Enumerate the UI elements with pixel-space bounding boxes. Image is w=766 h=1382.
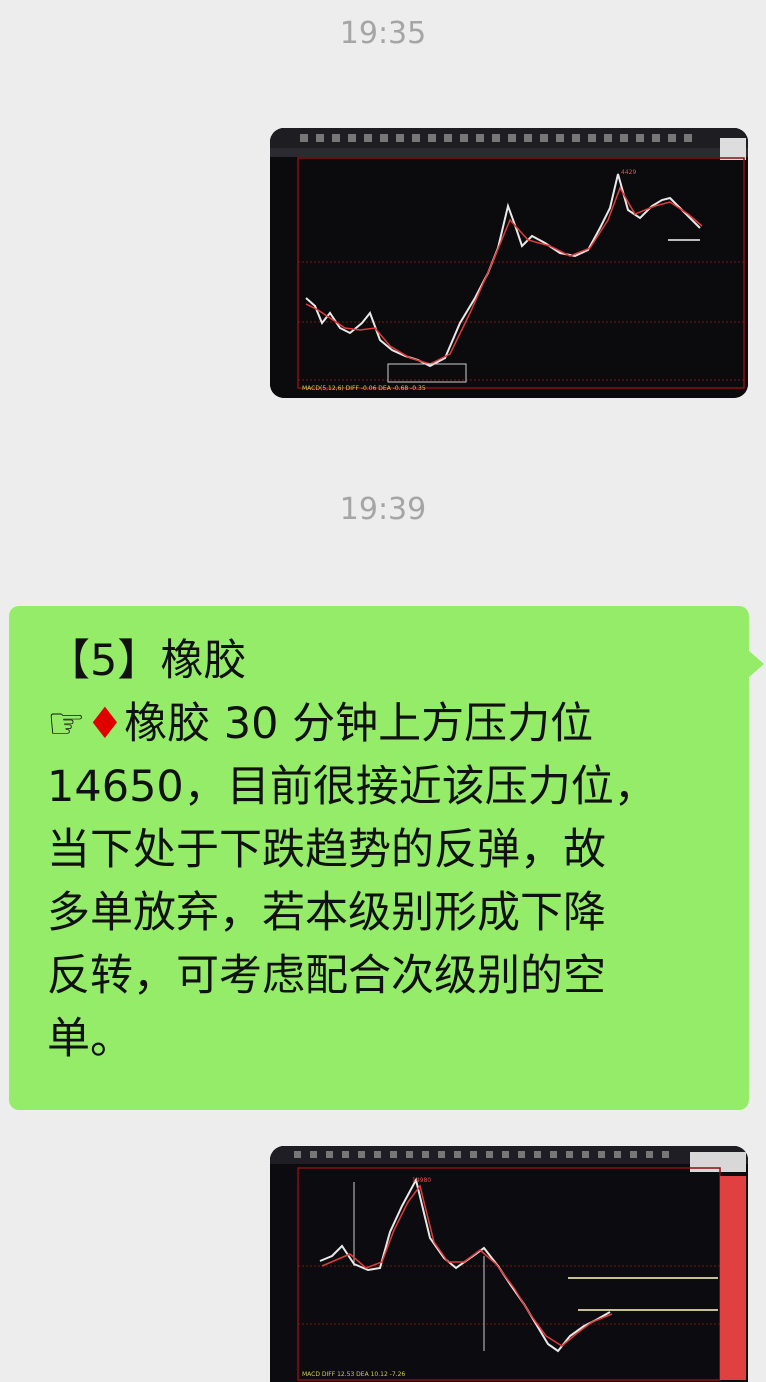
message-line-3: 当下处于下跌趋势的反弹，故 — [47, 825, 606, 875]
red-diamond-icon: ♦ — [85, 699, 125, 749]
chart1-top-label: 4429 — [621, 169, 636, 176]
chart1-indicator: MACD(5,12,6) DIFF -0.06 DEA -0.68 -0.35 — [302, 385, 426, 392]
chart2-indicator: MACD DIFF 12.53 DEA 10.12 -7.26 — [302, 1371, 405, 1378]
chart-screenshot-image-2[interactable]: 14980 MACD DIFF 12.53 DEA 10.12 -7.26 — [270, 1146, 748, 1382]
message-line-2: 14650，目前很接近该压力位， — [47, 762, 657, 812]
message-line-6: 单。 — [47, 1014, 133, 1064]
message-line-4: 多单放弃，若本级别形成下降 — [47, 888, 606, 938]
timestamp-1935: 19:35 — [339, 16, 427, 51]
message-line-1: ☞♦橡胶 30 分钟上方压力位 — [47, 699, 594, 749]
bubble-tail — [748, 650, 764, 678]
chart-screenshot-image-1[interactable]: 4429 MACD(5,12,6) DIFF -0.06 DEA -0.68 -… — [270, 128, 748, 398]
message-line-5: 反转，可考虑配合次级别的空 — [47, 951, 606, 1001]
timestamp-1939: 19:39 — [339, 492, 427, 527]
message-title: 【5】橡胶 — [47, 636, 247, 686]
pointing-hand-icon: ☞ — [47, 699, 86, 749]
chart2-top-label: 14980 — [412, 1177, 431, 1184]
text-message-bubble[interactable]: 【5】橡胶 ☞♦橡胶 30 分钟上方压力位 14650，目前很接近该压力位， 当… — [9, 606, 749, 1110]
